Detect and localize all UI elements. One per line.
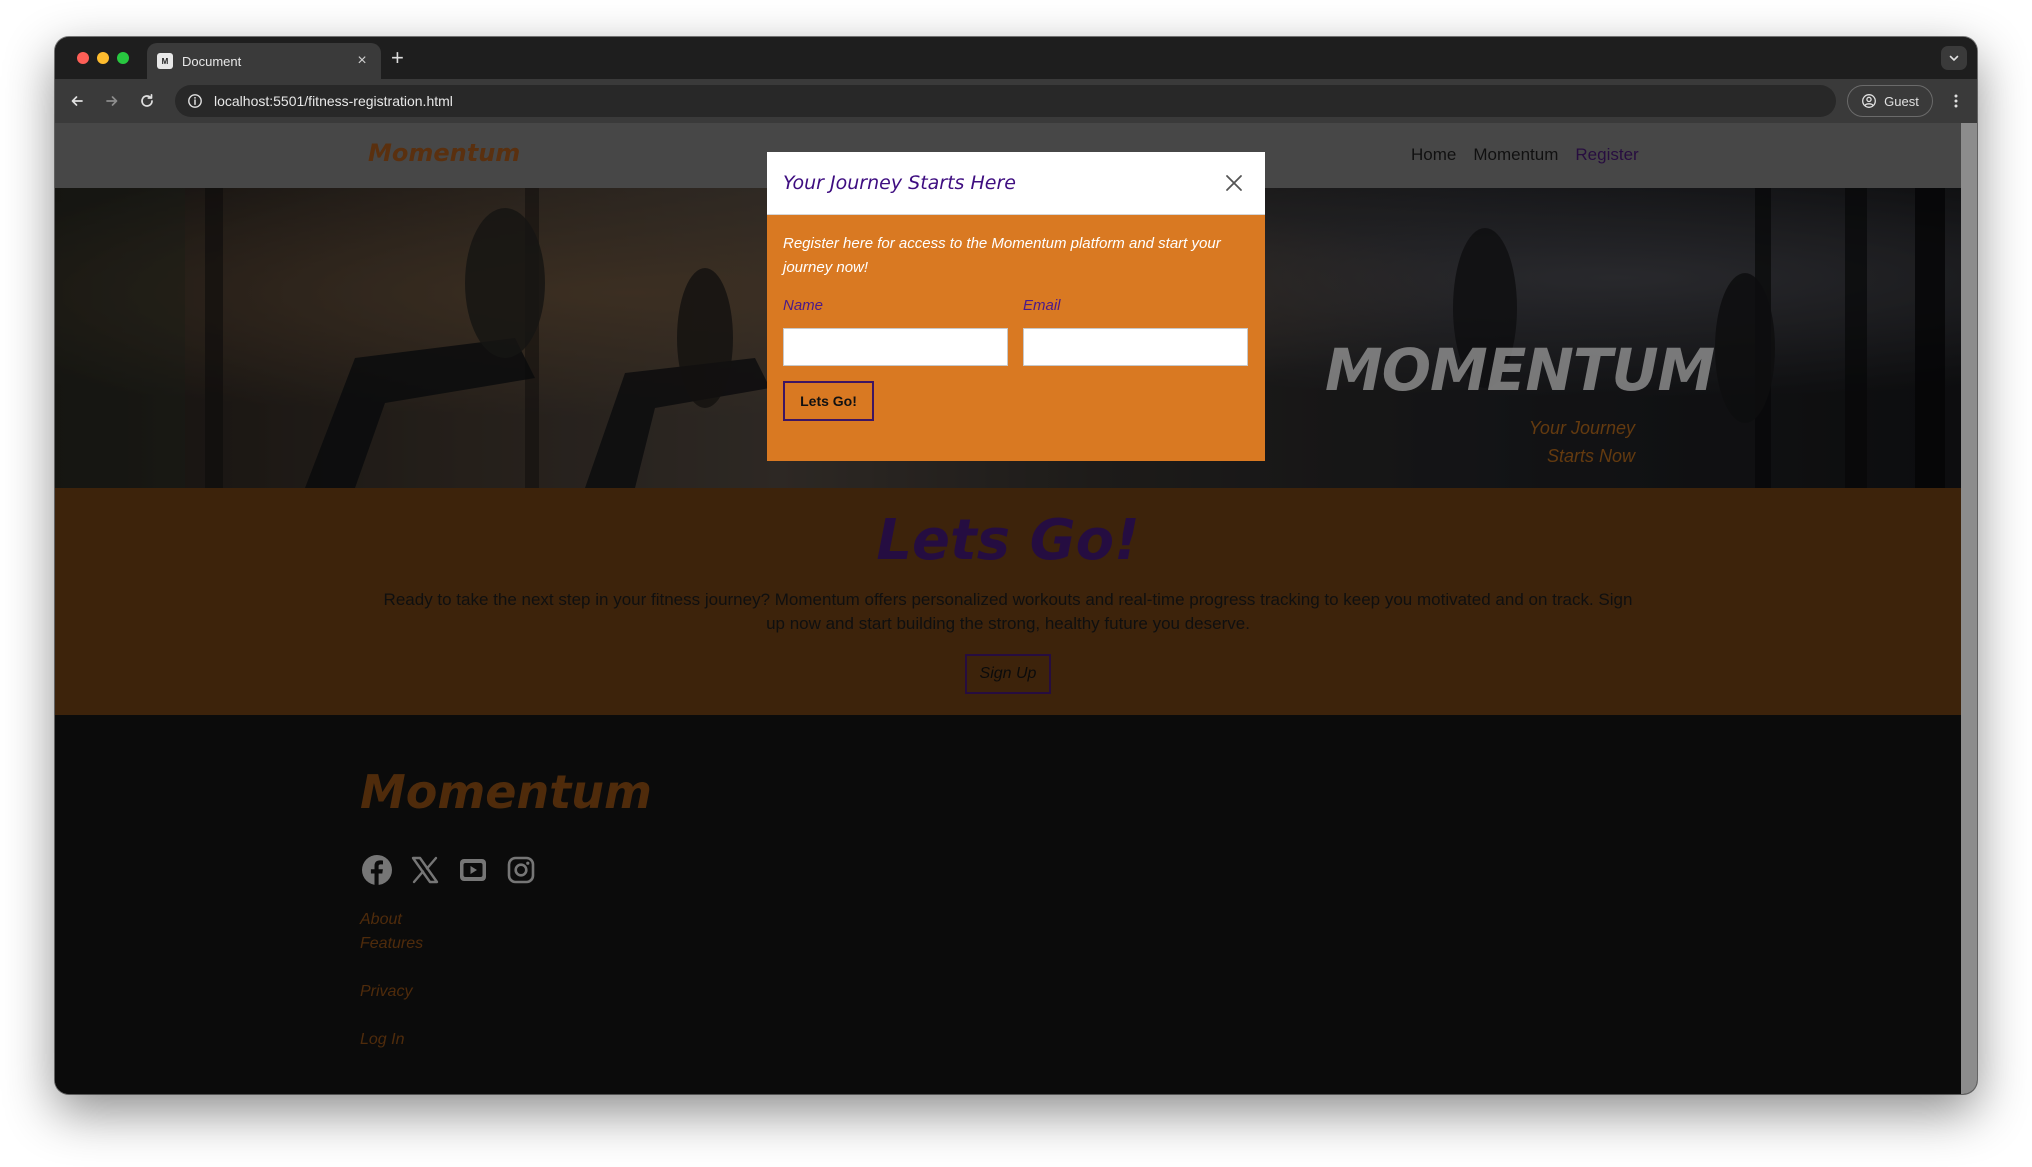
close-icon[interactable]	[1223, 172, 1245, 194]
more-vertical-icon	[1954, 94, 1958, 108]
browser-menu-button[interactable]	[1948, 91, 1964, 111]
email-label: Email	[1023, 297, 1061, 314]
tab-title: Document	[182, 53, 242, 69]
url-text: localhost:5501/fitness-registration.html	[214, 93, 453, 109]
reload-button[interactable]	[137, 91, 157, 111]
browser-tab[interactable]: M Document ×	[147, 43, 381, 79]
new-tab-button[interactable]: +	[391, 45, 404, 71]
forward-button[interactable]	[102, 91, 122, 111]
modal-header: Your Journey Starts Here	[767, 152, 1265, 215]
address-bar[interactable]: localhost:5501/fitness-registration.html	[175, 85, 1836, 117]
profile-button[interactable]: Guest	[1847, 85, 1933, 117]
name-label: Name	[783, 297, 824, 314]
profile-icon	[1862, 94, 1877, 108]
back-button[interactable]	[67, 91, 87, 111]
page-scrollbar[interactable]	[1961, 123, 1977, 1094]
tab-search-button[interactable]	[1941, 46, 1967, 70]
browser-toolbar: localhost:5501/fitness-registration.html…	[55, 79, 1977, 123]
close-window-button[interactable]	[77, 52, 89, 64]
favicon-icon: M	[157, 53, 173, 69]
chevron-down-icon	[1949, 55, 1959, 62]
profile-label: Guest	[1884, 93, 1919, 109]
tab-close-icon[interactable]: ×	[353, 52, 371, 70]
modal-intro: Register here for access to the Momentum…	[783, 235, 1221, 276]
browser-window: M Document × + localhost:5501/fitness-re…	[55, 37, 1977, 1094]
tab-strip: M Document × +	[55, 37, 1977, 79]
back-arrow-icon	[71, 96, 83, 106]
forward-arrow-icon	[106, 96, 118, 106]
email-input[interactable]	[1023, 328, 1248, 366]
name-input[interactable]	[783, 328, 1008, 366]
minimize-window-button[interactable]	[97, 52, 109, 64]
site-info-icon[interactable]	[187, 93, 203, 109]
submit-button[interactable]: Lets Go!	[783, 381, 874, 421]
web-page: Momentum Home Momentum Register MOMENTUM…	[55, 123, 1961, 1094]
modal-title: Your Journey Starts Here	[783, 172, 1016, 194]
maximize-window-button[interactable]	[117, 52, 129, 64]
page-viewport: Momentum Home Momentum Register MOMENTUM…	[55, 123, 1977, 1094]
registration-modal: Your Journey Starts Here Register here f…	[767, 152, 1265, 461]
reload-icon	[141, 93, 153, 107]
